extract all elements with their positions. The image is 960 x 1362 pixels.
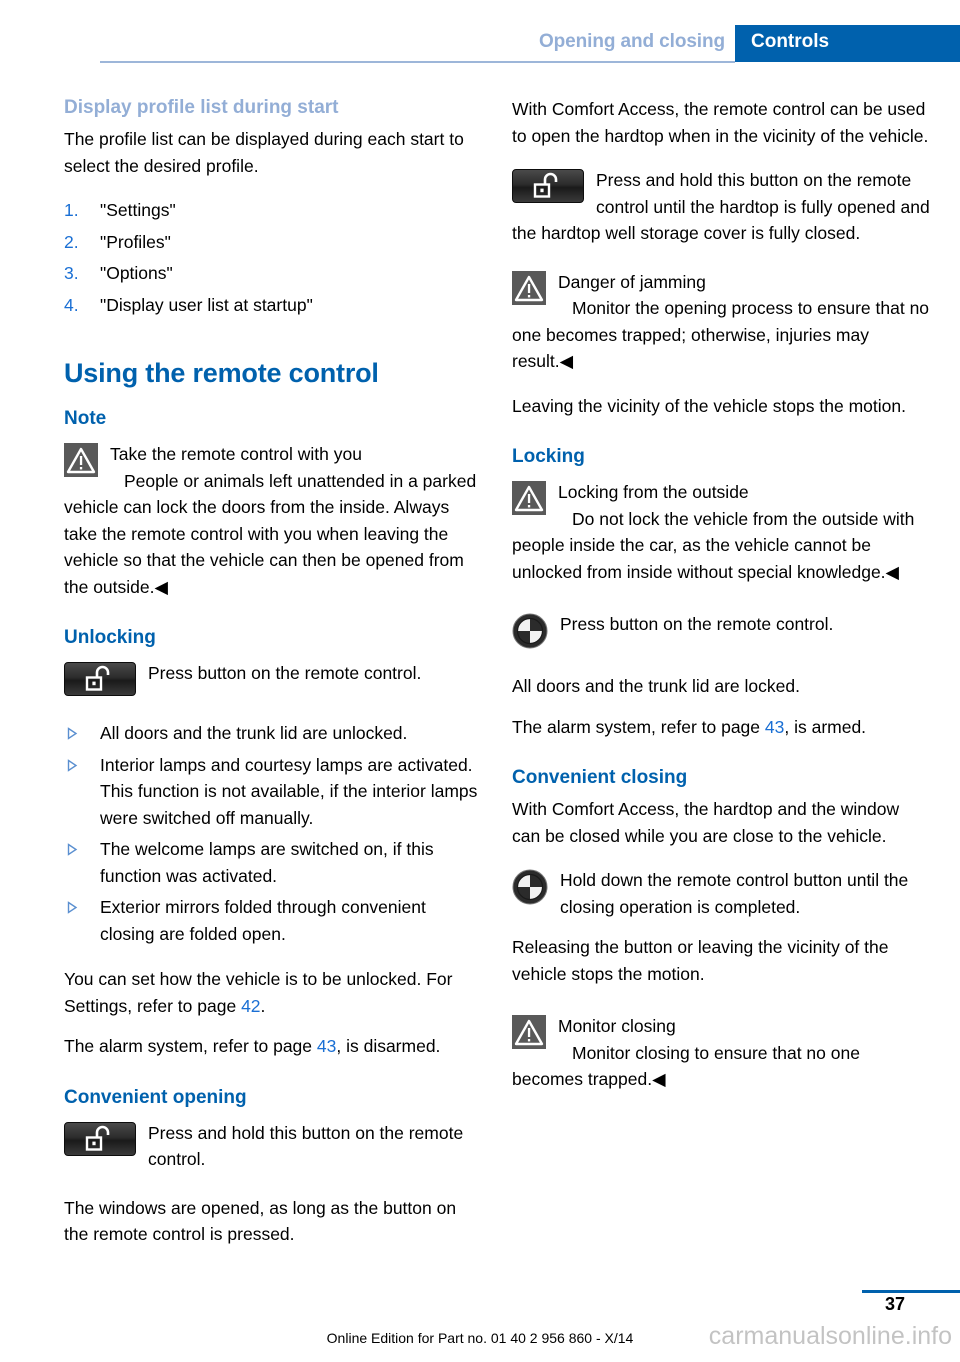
left-column: Display profile list during start The pr… (64, 96, 484, 1248)
list-item: Interior lamps and courtesy lamps are ac… (64, 752, 484, 832)
heading-unlocking: Unlocking (64, 627, 156, 648)
convenient-opening-button-block: Press and hold this button on the remote… (64, 1120, 484, 1173)
jamming-warning-body: Monitor the opening process to ensure th… (512, 298, 930, 371)
list-item-label: The welcome lamps are switched on, if th… (100, 839, 434, 886)
list-item-label: Exterior mirrors folded through convenie… (100, 897, 426, 944)
hold-button-block: Hold down the remote control button unti… (512, 867, 932, 920)
paragraph-settings-reference: You can set how the vehicle is to be unl… (64, 969, 453, 1016)
warning-triangle-icon (512, 1015, 546, 1049)
list-item: 3. "Options" (64, 260, 484, 287)
unlock-padlock-button-icon (512, 169, 584, 203)
header-section-label: Controls (751, 31, 830, 52)
page-reference-link[interactable]: 42 (241, 996, 260, 1016)
unlock-padlock-button-icon (64, 1121, 136, 1156)
locking-warning-title: Locking from the outside (558, 482, 749, 502)
note-warning-title: Take the remote control with you (110, 444, 362, 464)
heading-note: Note (64, 408, 107, 429)
monitor-closing-title: Monitor closing (558, 1016, 676, 1036)
list-item-label: "Display user list at startup" (100, 294, 313, 315)
warning-triangle-icon (512, 270, 546, 305)
triangle-bullet-icon (67, 895, 78, 914)
list-item: Exterior mirrors folded through convenie… (64, 894, 484, 947)
paragraph-leaving-vicinity: Leaving the vicinity of the vehicle stop… (512, 395, 906, 416)
list-number: 3. (64, 263, 79, 283)
note-warning-body: People or animals left unattended in a p… (64, 470, 477, 597)
locking-warning-block: Locking from the outside Do not lock the… (512, 479, 932, 585)
jamming-warning-block: Danger of jamming Monitor the opening pr… (512, 269, 932, 375)
paragraph-comfort-access-intro: With Comfort Access, the remote control … (512, 99, 929, 146)
end-marker: ◀ (885, 561, 900, 582)
list-number: 2. (64, 231, 79, 252)
end-marker: ◀ (652, 1069, 666, 1089)
watermark: carmanualsonline.info (708, 1322, 952, 1350)
paragraph-doors-locked: All doors and the trunk lid are locked. (512, 676, 800, 696)
header-divider (100, 61, 735, 63)
note-warning-block: Take the remote control with you People … (64, 441, 484, 600)
monitor-closing-warning-block: Monitor closing Monitor closing to ensur… (512, 1013, 932, 1093)
triangle-bullet-icon (67, 837, 78, 856)
header-chapter-label: Opening and closing (539, 31, 725, 52)
page-header: Controls Opening and closing (0, 0, 960, 63)
heading-convenient-closing: Convenient closing (512, 767, 688, 788)
list-number: 1. (64, 200, 79, 220)
list-item-label: "Settings" (100, 200, 176, 220)
unlock-results-list: All doors and the trunk lid are unlocked… (64, 720, 484, 947)
bmw-logo-icon (512, 869, 548, 905)
list-item: 1. "Settings" (64, 197, 484, 224)
warning-triangle-icon (64, 443, 98, 477)
list-item: 4. "Display user list at startup" (64, 292, 484, 319)
paragraph-convenient-closing-intro: With Comfort Access, the hardtop and the… (512, 799, 900, 846)
hardtop-button-block: Press and hold this button on the remote… (512, 167, 932, 247)
paragraph-windows-opened: The windows are opened, as long as the b… (64, 1197, 457, 1245)
page-title: Using the remote control (64, 358, 379, 388)
page-reference-link[interactable]: 43 (765, 717, 784, 737)
header-section-tab: Controls (735, 25, 960, 62)
lock-button-text: Press button on the remote control. (560, 614, 834, 634)
lock-button-block: Press button on the remote control. (512, 611, 932, 651)
warning-triangle-icon (512, 481, 546, 515)
list-item: All doors and the trunk lid are unlocked… (64, 720, 484, 747)
heading-convenient-opening: Convenient opening (64, 1086, 247, 1108)
footer-divider (862, 1290, 960, 1293)
page-number: 37 (884, 1294, 906, 1314)
list-item: 2. "Profiles" (64, 229, 484, 256)
monitor-closing-body: Monitor closing to ensure that no one be… (512, 1042, 860, 1090)
list-number: 4. (64, 294, 79, 315)
paragraph-alarm-disarmed: The alarm system, refer to page 43, is d… (64, 1036, 441, 1056)
locking-warning-body: Do not lock the vehicle from the outside… (512, 508, 915, 582)
profile-steps-list: 1. "Settings" 2. "Profiles" 3. "Options"… (64, 197, 484, 318)
jamming-warning-title: Danger of jamming (558, 271, 706, 292)
triangle-bullet-icon (67, 753, 78, 772)
paragraph-releasing-button: Releasing the button or leaving the vici… (512, 937, 889, 984)
paragraph-alarm-armed: The alarm system, refer to page 43, is a… (512, 716, 867, 737)
unlocking-button-block: Press button on the remote control. (64, 660, 484, 698)
right-column: With Comfort Access, the remote control … (512, 96, 932, 1093)
list-item-label: Interior lamps and courtesy lamps are ac… (100, 754, 478, 828)
heading-locking: Locking (512, 446, 585, 467)
bmw-logo-icon (512, 613, 548, 649)
paragraph-profile-intro: The profile list can be displayed during… (64, 129, 464, 176)
end-marker: ◀ (559, 351, 574, 371)
triangle-bullet-icon (67, 721, 78, 740)
page-reference-link[interactable]: 43 (317, 1036, 336, 1056)
list-item-label: "Profiles" (100, 231, 171, 252)
heading-display-profile-list: Display profile list during start (64, 97, 339, 118)
unlock-padlock-button-icon (64, 662, 136, 696)
hold-button-text: Hold down the remote control button unti… (560, 870, 909, 917)
end-marker: ◀ (154, 576, 168, 597)
list-item-label: All doors and the trunk lid are unlocked… (100, 723, 408, 743)
list-item-label: "Options" (100, 263, 173, 283)
list-item: The welcome lamps are switched on, if th… (64, 836, 484, 889)
